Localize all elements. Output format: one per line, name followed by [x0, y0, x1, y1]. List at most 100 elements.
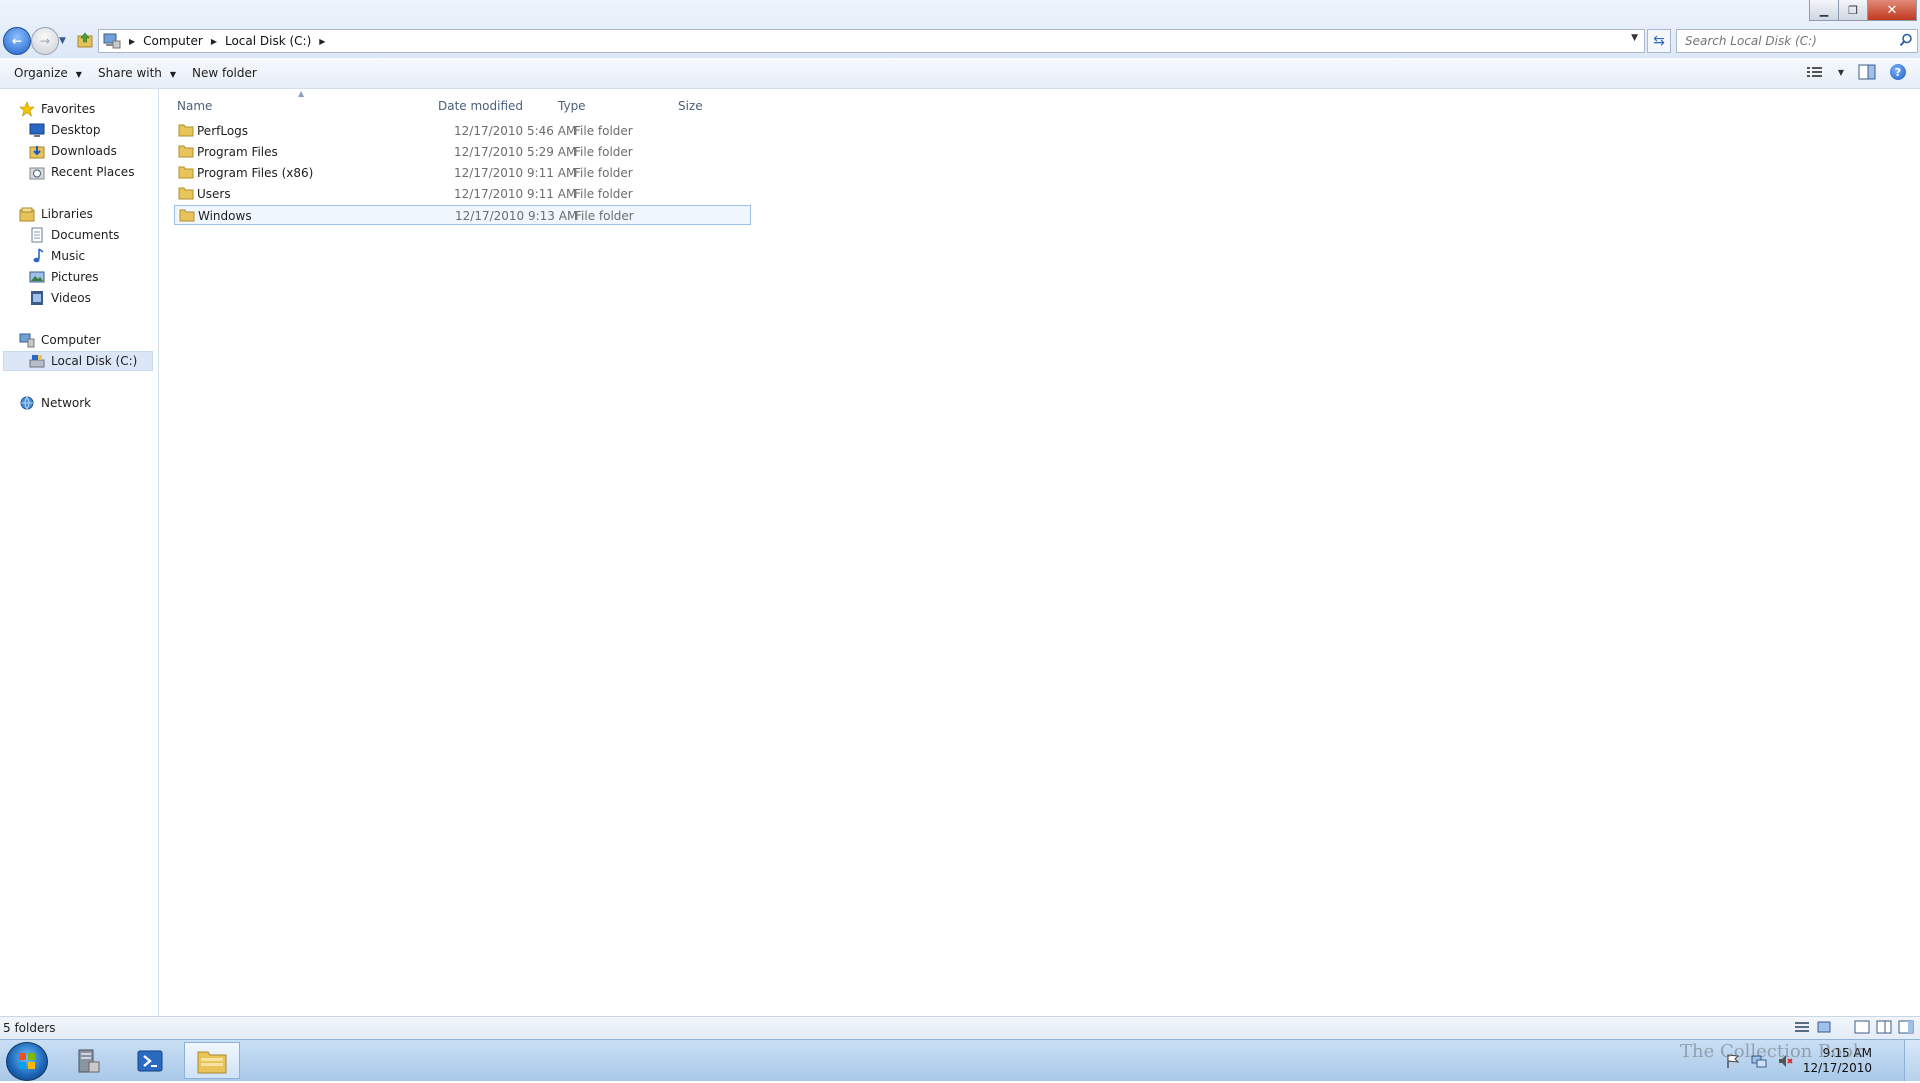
column-header-type[interactable]: Type	[558, 99, 586, 113]
breadcrumb-local-disk[interactable]: Local Disk (C:)	[225, 34, 311, 48]
caption-buttons: ▁ ❐ ✕	[1809, 0, 1917, 21]
nav-favorites-label: Favorites	[41, 102, 96, 116]
search-icon[interactable]	[1899, 33, 1913, 47]
preview-pane-icon[interactable]	[1858, 64, 1876, 80]
star-icon	[19, 101, 35, 117]
nav-item-desktop[interactable]: Desktop	[29, 120, 101, 140]
file-row-users[interactable]: Users 12/17/2010 9:11 AM File folder	[174, 184, 751, 204]
file-type: File folder	[574, 187, 633, 201]
search-input[interactable]	[1683, 33, 1892, 49]
folder-icon	[179, 209, 195, 222]
minimize-button[interactable]: ▁	[1809, 0, 1839, 21]
view-options-icon[interactable]	[1806, 64, 1824, 80]
pane-layout-split-icon[interactable]	[1876, 1020, 1892, 1034]
chevron-down-icon[interactable]: ▼	[1838, 68, 1844, 77]
pane-layout-icon[interactable]	[1854, 1020, 1870, 1034]
nav-network[interactable]: Network	[19, 393, 91, 413]
nav-item-downloads[interactable]: Downloads	[29, 141, 117, 161]
folder-icon	[178, 145, 194, 158]
chevron-down-icon: ▼	[169, 70, 177, 79]
column-header-size[interactable]: Size	[678, 99, 703, 113]
taskbar-server-manager[interactable]	[60, 1042, 116, 1079]
file-date: 12/17/2010 9:13 AM	[455, 209, 578, 223]
file-date: 12/17/2010 5:29 AM	[454, 145, 577, 159]
nav-item-documents[interactable]: Documents	[29, 225, 119, 245]
nav-item-recent-places[interactable]: Recent Places	[29, 162, 134, 182]
file-name: PerfLogs	[197, 124, 249, 138]
new-folder-button[interactable]: New folder	[192, 66, 257, 80]
nav-item-pictures[interactable]: Pictures	[29, 267, 99, 287]
column-header-name[interactable]: Name	[177, 99, 212, 113]
breadcrumb-separator[interactable]: ▶	[129, 37, 135, 46]
refresh-icon: ⇆	[1653, 33, 1665, 49]
file-row-program-files-x86[interactable]: Program Files (x86) 12/17/2010 9:11 AM F…	[174, 163, 751, 183]
explorer-folder-icon	[197, 1051, 227, 1073]
file-name: Program Files	[197, 145, 278, 159]
command-bar: Organize ▼ Share with ▼ New folder ▼ ?	[0, 58, 1920, 89]
breadcrumb-separator[interactable]: ▶	[211, 37, 217, 46]
navigation-pane: Favorites Desktop Downloads Recent Place…	[0, 89, 159, 1016]
chevron-down-icon: ▼	[75, 70, 82, 79]
folder-icon	[178, 187, 194, 200]
file-type: File folder	[574, 145, 633, 159]
forward-button[interactable]: →	[31, 27, 59, 55]
nav-libraries-label: Libraries	[41, 207, 93, 221]
column-header-date-modified[interactable]: Date modified	[438, 99, 523, 113]
file-name: Users	[197, 187, 231, 201]
breadcrumb-computer[interactable]: Computer	[143, 34, 203, 48]
item-count: 5 folders	[3, 1021, 56, 1035]
file-row-program-files[interactable]: Program Files 12/17/2010 5:29 AM File fo…	[174, 142, 751, 162]
taskbar-powershell[interactable]	[122, 1042, 178, 1079]
back-button[interactable]: ←	[3, 27, 31, 55]
nav-item-local-disk[interactable]: Local Disk (C:)	[3, 351, 153, 371]
file-row-windows[interactable]: Windows 12/17/2010 9:13 AM File folder	[174, 205, 751, 225]
file-date: 12/17/2010 9:11 AM	[454, 187, 577, 201]
pane-layout-right-icon[interactable]	[1898, 1020, 1914, 1034]
show-desktop-button[interactable]	[1904, 1040, 1920, 1081]
recent-pages-dropdown[interactable]: ▼	[59, 36, 66, 46]
share-with-label: Share with	[98, 66, 162, 80]
back-arrow-icon: ←	[11, 34, 23, 48]
search-box[interactable]	[1676, 29, 1918, 53]
nav-item-videos[interactable]: Videos	[29, 288, 91, 308]
nav-computer[interactable]: Computer	[19, 330, 101, 350]
file-row-perflogs[interactable]: PerfLogs 12/17/2010 5:46 AM File folder	[174, 121, 751, 141]
up-folder-icon[interactable]	[76, 31, 94, 49]
documents-icon	[31, 227, 43, 243]
large-icons-view-icon[interactable]	[1816, 1020, 1832, 1034]
address-dropdown[interactable]: ▼	[1631, 33, 1638, 43]
nav-item-label: Pictures	[51, 270, 99, 284]
sort-ascending-icon: ▲	[298, 89, 305, 98]
nav-computer-label: Computer	[41, 333, 101, 347]
organize-label: Organize	[14, 66, 68, 80]
refresh-button[interactable]: ⇆	[1647, 29, 1671, 53]
windows-logo-icon	[19, 1053, 35, 1069]
nav-libraries[interactable]: Libraries	[19, 204, 93, 224]
start-button[interactable]	[6, 1042, 48, 1081]
breadcrumb-separator[interactable]: ▶	[319, 37, 325, 46]
file-type: File folder	[574, 166, 633, 180]
folder-icon	[178, 124, 194, 137]
nav-item-label: Downloads	[51, 144, 117, 158]
nav-item-label: Desktop	[51, 123, 101, 137]
nav-favorites[interactable]: Favorites	[19, 99, 95, 119]
close-button[interactable]: ✕	[1868, 0, 1917, 21]
nav-item-music[interactable]: Music	[29, 246, 85, 266]
help-icon[interactable]: ?	[1890, 64, 1906, 80]
restore-button[interactable]: ❐	[1839, 0, 1868, 21]
computer-icon	[103, 33, 121, 49]
network-icon	[20, 396, 34, 410]
organize-menu[interactable]: Organize ▼	[14, 66, 82, 80]
share-with-menu[interactable]: Share with ▼	[98, 66, 176, 80]
clock-date: 12/17/2010	[1802, 1060, 1872, 1075]
file-type: File folder	[575, 209, 634, 223]
downloads-icon	[29, 146, 45, 159]
server-manager-icon	[78, 1049, 100, 1072]
address-bar[interactable]: ▶ Computer ▶ Local Disk (C:) ▶ ▼	[98, 29, 1645, 53]
details-view-icon[interactable]	[1794, 1020, 1810, 1034]
taskbar-windows-explorer[interactable]	[184, 1042, 240, 1079]
pictures-icon	[29, 271, 45, 283]
watermark: The Collection Book	[1680, 1041, 1864, 1062]
forward-arrow-icon: →	[39, 34, 51, 48]
nav-item-label: Recent Places	[51, 165, 135, 179]
